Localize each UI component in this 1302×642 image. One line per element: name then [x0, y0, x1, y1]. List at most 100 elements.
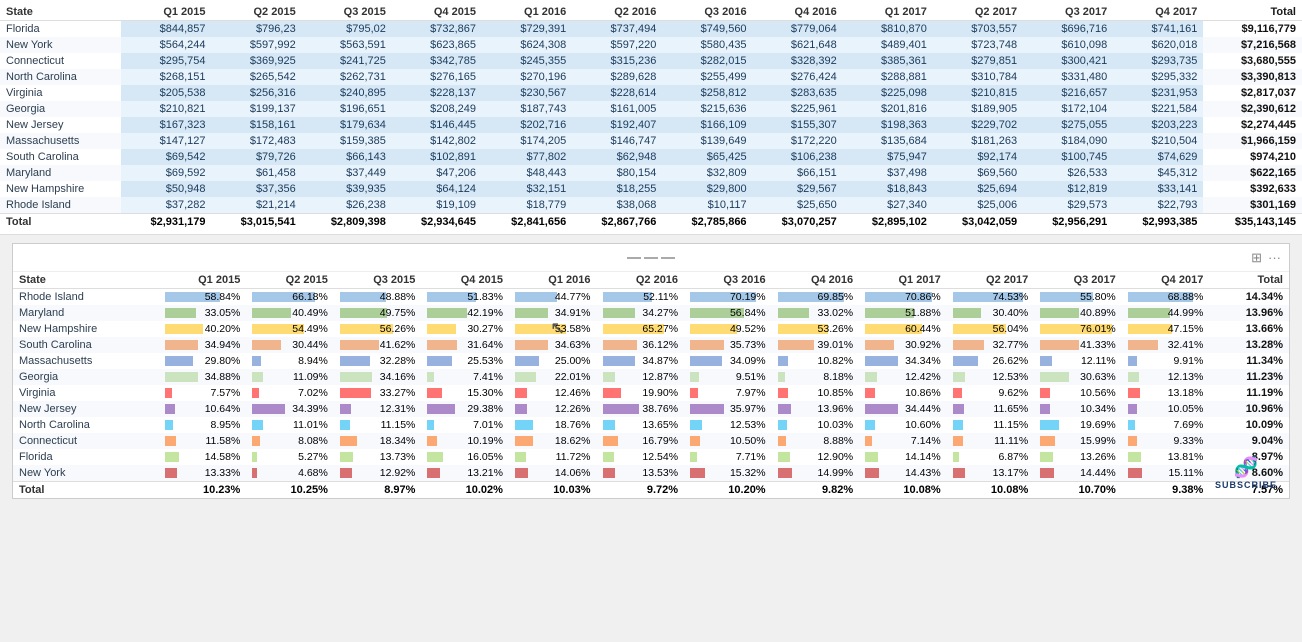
top-cell-8-6: $62,948 [572, 149, 662, 165]
top-cell-3-4: $276,165 [392, 69, 482, 85]
top-cell-1-8: $621,648 [753, 37, 843, 53]
bar-visual [690, 452, 697, 462]
pct-text: 34.94% [205, 339, 241, 351]
top-cell-7-2: $172,483 [212, 133, 302, 149]
bar-visual [515, 292, 557, 302]
bottom-total-cell-8: 9.82% [772, 482, 860, 499]
top-total-cell-0: Total [0, 214, 121, 231]
bottom-cell-2-4: 30.27% [421, 321, 509, 337]
bottom-cell-10-4: 16.05% [421, 449, 509, 465]
top-cell-4-10: $210,815 [933, 85, 1023, 101]
top-cell-8-3: $66,143 [302, 149, 392, 165]
top-total-cell-11: $2,956,291 [1023, 214, 1113, 231]
pct-text: 9.91% [1174, 355, 1204, 367]
bottom-cell-1-11: 40.89% [1034, 305, 1122, 321]
bar-visual [865, 468, 879, 478]
bottom-cell-11-0: New York [13, 465, 159, 482]
top-cell-11-7: $10,117 [662, 197, 752, 214]
bar-visual [515, 436, 533, 446]
pct-text: 41.62% [380, 339, 416, 351]
pct-text: 34.09% [730, 355, 766, 367]
bottom-cell-5-12: 12.13% [1122, 369, 1210, 385]
bottom-col-header-11: Q3 2017 [1034, 272, 1122, 289]
bar-visual [427, 452, 442, 462]
pct-text: 16.05% [467, 451, 503, 463]
top-cell-7-8: $172,220 [753, 133, 843, 149]
pct-text: 12.26% [555, 403, 591, 415]
bottom-total-cell-11: 10.70% [1034, 482, 1122, 499]
bottom-cell-10-10: 6.87% [947, 449, 1035, 465]
top-cell-6-12: $203,223 [1113, 117, 1203, 133]
pct-text: 12.90% [818, 451, 854, 463]
pct-text: 16.79% [642, 435, 678, 447]
bar-visual [778, 452, 790, 462]
bar-visual [427, 436, 437, 446]
top-cell-7-12: $210,504 [1113, 133, 1203, 149]
pct-text: 34.27% [642, 307, 678, 319]
top-cell-4-3: $240,895 [302, 85, 392, 101]
expand-icon[interactable]: ⊞ [1251, 250, 1262, 266]
bottom-cell-0-13: 14.34% [1209, 289, 1289, 306]
bottom-cell-8-3: 11.15% [334, 417, 422, 433]
bar-visual [340, 372, 372, 382]
bottom-cell-9-3: 18.34% [334, 433, 422, 449]
pct-text: 30.40% [993, 307, 1029, 319]
bottom-table-body: Rhode Island58.84%66.18%48.88%51.83%44.7… [13, 289, 1289, 499]
bar-visual [165, 404, 175, 414]
pct-text: 14.14% [905, 451, 941, 463]
pct-text: 34.91% [555, 307, 591, 319]
bottom-cell-7-13: 10.96% [1209, 401, 1289, 417]
top-cell-10-5: $32,151 [482, 181, 572, 197]
bottom-cell-5-0: Georgia [13, 369, 159, 385]
bar-visual [165, 436, 176, 446]
bottom-table: StateQ1 2015Q2 2015Q3 2015Q4 2015Q1 2016… [13, 272, 1289, 498]
bottom-cell-0-8: 69.85% [772, 289, 860, 306]
bottom-cell-0-3: 48.88% [334, 289, 422, 306]
bottom-cell-8-1: 8.95% [159, 417, 247, 433]
pct-text: 14.06% [555, 467, 591, 479]
top-cell-9-6: $80,154 [572, 165, 662, 181]
bar-visual [252, 468, 256, 478]
top-cell-5-12: $221,584 [1113, 101, 1203, 117]
bottom-cell-10-7: 7.71% [684, 449, 772, 465]
pct-text: 13.81% [1168, 451, 1204, 463]
dna-icon: 🧬 [1234, 455, 1259, 480]
top-col-header-13: Total [1203, 4, 1302, 21]
top-cell-9-12: $45,312 [1113, 165, 1203, 181]
bottom-total-cell-2: 10.25% [246, 482, 334, 499]
subscribe-label[interactable]: SUBSCRIBE [1215, 480, 1277, 490]
table-row: New York13.33%4.68%12.92%13.21%14.06%13.… [13, 465, 1289, 482]
bottom-cell-2-5: 53.58% [509, 321, 597, 337]
pct-text: 76.01% [1080, 323, 1116, 335]
top-cell-7-3: $159,385 [302, 133, 392, 149]
bar-visual [1128, 372, 1139, 382]
pct-text: 69.85% [818, 291, 854, 303]
bar-visual [690, 436, 700, 446]
panel-icons: ⊞ ··· [1251, 250, 1281, 266]
bar-visual [603, 468, 616, 478]
top-cell-11-9: $27,340 [843, 197, 933, 214]
pct-text: 56.26% [380, 323, 416, 335]
top-cell-11-3: $26,238 [302, 197, 392, 214]
bottom-col-header-5: Q1 2016 [509, 272, 597, 289]
pct-text: 66.18% [292, 291, 328, 303]
top-cell-3-3: $262,731 [302, 69, 392, 85]
bottom-total-cell-5: 10.03% [509, 482, 597, 499]
bottom-cell-1-7: 56.84% [684, 305, 772, 321]
pct-text: 55.80% [1080, 291, 1116, 303]
pct-text: 47.15% [1168, 323, 1204, 335]
pct-text: 10.56% [1080, 387, 1116, 399]
table-row: Rhode Island58.84%66.18%48.88%51.83%44.7… [13, 289, 1289, 306]
more-options-icon[interactable]: ··· [1268, 250, 1281, 265]
drag-handle[interactable] [627, 257, 675, 259]
bottom-cell-7-1: 10.64% [159, 401, 247, 417]
pct-text: 51.88% [905, 307, 941, 319]
bottom-cell-2-0: New Hampshire [13, 321, 159, 337]
top-cell-0-1: $844,857 [121, 21, 211, 38]
bottom-cell-10-3: 13.73% [334, 449, 422, 465]
bottom-cell-9-1: 11.58% [159, 433, 247, 449]
bottom-cell-7-11: 10.34% [1034, 401, 1122, 417]
top-cell-0-10: $703,557 [933, 21, 1023, 38]
bar-visual [953, 452, 959, 462]
bottom-cell-10-2: 5.27% [246, 449, 334, 465]
